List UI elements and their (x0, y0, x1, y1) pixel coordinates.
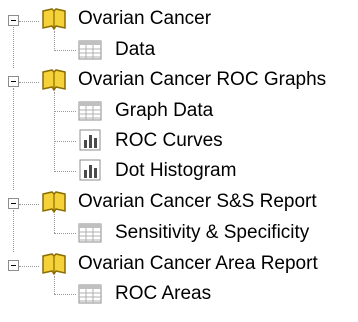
tree-connector (54, 31, 55, 51)
tree-connector (19, 21, 39, 22)
tree-connector (54, 141, 76, 142)
tree-connector (54, 294, 76, 295)
project-tree: Ovarian Cancer Data Ovarian Cancer ROC G… (0, 0, 358, 322)
tree-connector (54, 276, 55, 294)
tree-connector (54, 111, 76, 112)
tree-item-label: ROC Curves (115, 130, 223, 151)
tree-item-label: Graph Data (115, 100, 214, 121)
tree-group-ovarian-cancer-ss-report[interactable]: Ovarian Cancer S&S Report (0, 187, 358, 217)
table-icon (78, 100, 102, 128)
tree-connector (13, 210, 14, 252)
collapse-toggle[interactable] (8, 260, 19, 271)
chart-icon (78, 158, 102, 188)
tree-group-label: Ovarian Cancer Area Report (78, 253, 318, 274)
tree-group-label: Ovarian Cancer S&S Report (78, 191, 317, 212)
tree-connector (54, 214, 55, 233)
tree-connector (54, 92, 55, 172)
tree-item-label: Sensitivity & Specificity (115, 222, 310, 243)
tree-group-label: Ovarian Cancer ROC Graphs (78, 69, 327, 90)
chart-icon (78, 128, 102, 158)
tree-connector (19, 266, 39, 267)
tree-group-ovarian-cancer-roc-graphs[interactable]: Ovarian Cancer ROC Graphs (0, 65, 358, 95)
tree-connector (54, 171, 76, 172)
tree-item-label: Data (115, 39, 156, 60)
table-icon (78, 39, 102, 67)
tree-group-label: Ovarian Cancer (78, 8, 212, 29)
tree-connector (13, 27, 14, 68)
tree-connector (54, 233, 76, 234)
tree-connector (13, 88, 14, 190)
collapse-toggle[interactable] (8, 15, 19, 26)
tree-group-ovarian-cancer-area-report[interactable]: Ovarian Cancer Area Report (0, 249, 358, 279)
tree-item-label: Dot Histogram (115, 160, 237, 181)
tree-connector (19, 82, 39, 83)
tree-connector (19, 204, 39, 205)
tree-item-label: ROC Areas (115, 283, 212, 304)
table-icon (78, 222, 102, 250)
table-icon (78, 283, 102, 311)
collapse-toggle[interactable] (8, 76, 19, 87)
collapse-toggle[interactable] (8, 198, 19, 209)
tree-group-ovarian-cancer[interactable]: Ovarian Cancer (0, 4, 358, 34)
tree-connector (54, 50, 76, 51)
